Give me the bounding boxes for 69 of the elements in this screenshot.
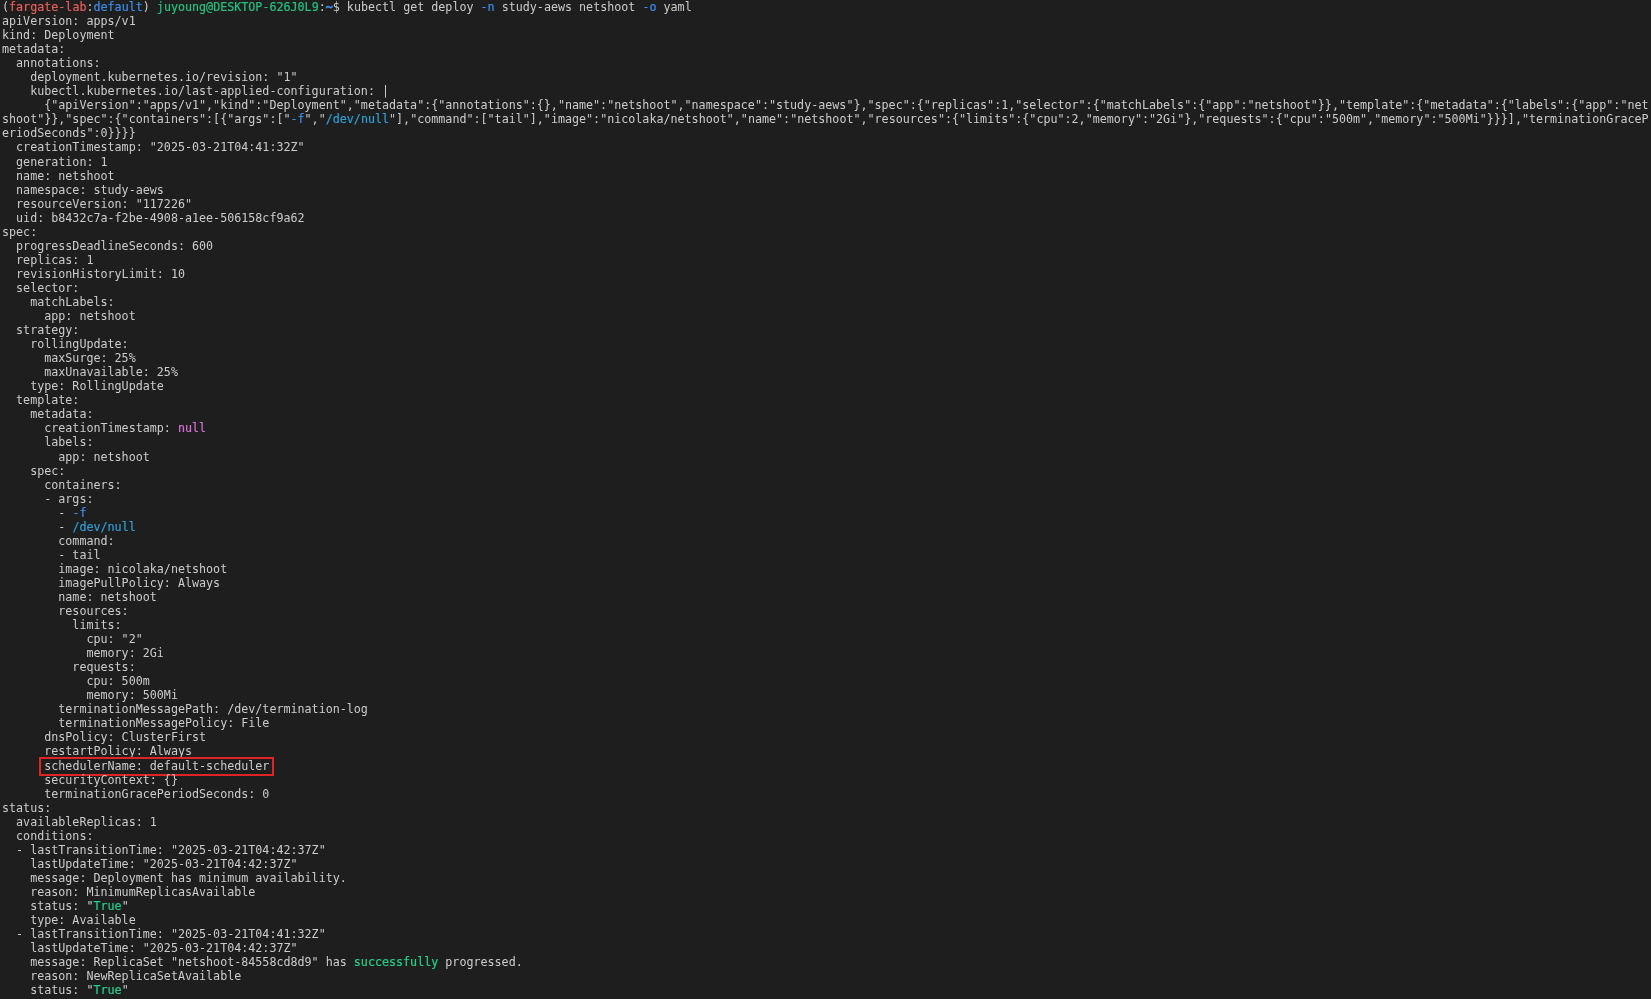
terminal-line: deployment.kubernetes.io/revision: "1" [29, 70, 298, 85]
terminal-line: memory: 500Mi [85, 688, 178, 703]
terminal-line: {"apiVersion":"apps/v1","kind":"Deployment","metadata":{"annotations":{},"name":"netshoot","namespace":"study-aews"},"spec":{"replicas":1,"selector":{"matchLabels":{"app":"netshoot"}},"template":{"metadata":{"labels":{"app":"net [43, 98, 1649, 113]
terminal-line: name: netshoot [15, 168, 115, 183]
terminal-line: - /dev/null [57, 519, 136, 534]
terminal-line: cpu: "2" [85, 632, 143, 647]
terminal-line: limits: [71, 618, 122, 633]
terminal-line: annotations: [15, 56, 101, 71]
terminal-line: - -f [57, 505, 87, 520]
terminal-line: matchLabels: [29, 295, 115, 309]
terminal-line: creationTimestamp: "2025-03-21T04:41:32Z" [15, 140, 305, 155]
terminal-line: metadata: [29, 407, 94, 422]
terminal-line: status: "True" [29, 899, 129, 913]
terminal-line: replicas: 1 [15, 252, 94, 267]
terminal-line: name: netshoot [57, 589, 157, 604]
terminal-line: maxUnavailable: 25% [43, 365, 178, 380]
terminal-line: type: Available [29, 913, 136, 928]
terminal-line: template: [15, 393, 80, 408]
terminal-line: rollingUpdate: [29, 337, 129, 352]
terminal-line: message: Deployment has minimum availability. [29, 870, 347, 885]
terminal-line: availableReplicas: 1 [15, 814, 157, 829]
terminal-line: requests: [71, 660, 136, 675]
terminal-line: image: nicolaka/netshoot [57, 561, 228, 576]
terminal-line: reason: MinimumReplicasAvailable [29, 884, 256, 899]
terminal-line: - args: [43, 491, 94, 506]
terminal-line: dnsPolicy: ClusterFirst [43, 730, 207, 745]
terminal-line: generation: 1 [15, 154, 108, 169]
terminal-line: status: [2, 800, 52, 815]
terminal-line: cpu: 500m [85, 674, 150, 689]
terminal-line: strategy: [15, 323, 80, 338]
terminal-line: command: [57, 533, 115, 548]
terminal-line: status: "True" [29, 983, 129, 998]
terminal-line: maxSurge: 25% [43, 351, 136, 366]
terminal-line: message: ReplicaSet "netshoot-84558cd8d9" has successfully progressed. [29, 955, 523, 970]
terminal-line: uid: b8432c7a-f2be-4908-a1ee-506158cf9a62 [15, 210, 305, 225]
terminal-line: - lastTransitionTime: "2025-03-21T04:41:32Z" [15, 927, 326, 942]
terminal-line: resourceVersion: "117226" [15, 196, 192, 211]
terminal-line: conditions: [15, 828, 94, 843]
terminal-line: spec: [29, 463, 66, 478]
terminal-line: spec: [2, 224, 38, 239]
terminal-line: lastUpdateTime: "2025-03-21T04:42:37Z" [29, 941, 298, 956]
terminal-line: app: netshoot [57, 449, 150, 464]
terminal-line: restartPolicy: Always [43, 744, 192, 759]
terminal-line: namespace: study-aews [15, 182, 164, 197]
terminal-line: - tail [57, 547, 101, 562]
terminal-line: creationTimestamp: null [43, 421, 207, 436]
terminal-line: apiVersion: apps/v1 [2, 14, 136, 29]
terminal-line: metadata: [2, 42, 66, 57]
terminal-line: progressDeadlineSeconds: 600 [16, 238, 214, 253]
terminal-line: app: netshoot [43, 309, 136, 324]
terminal-line: (fargate-lab:default) juyoung@DESKTOP-626J0L9:~$ kubectl get deploy -n study-aews netshoot -o yaml [2, 0, 692, 14]
terminal-line: terminationGracePeriodSeconds: 0 [43, 786, 270, 801]
terminal-line: resources: [57, 604, 129, 618]
terminal-line: imagePullPolicy: Always [57, 575, 221, 590]
terminal-line: terminationMessagePath: /dev/termination-log [57, 702, 368, 717]
terminal-line: selector: [15, 280, 80, 295]
terminal-line: terminationMessagePolicy: File [58, 716, 270, 731]
terminal-line: revisionHistoryLimit: 10 [15, 266, 185, 281]
terminal-line: - lastTransitionTime: "2025-03-21T04:42:37Z" [15, 842, 326, 857]
terminal-line: containers: [44, 477, 122, 492]
terminal-line: labels: [43, 435, 94, 450]
terminal-line: memory: 2Gi [85, 646, 164, 661]
terminal-line: type: RollingUpdate [29, 379, 164, 394]
terminal-line: eriodSeconds":0}}}} [2, 126, 136, 141]
terminal-line: reason: NewReplicaSetAvailable [29, 969, 242, 984]
terminal-line: shoot"}},"spec":{"containers":[{"args":["-f","/dev/null"],"command":["tail"],"image":"nicolaka/netshoot","name":"netshoot","resources":{"limits":{"cpu":2,"memory":"2Gi"},"requests":{"cpu":"500m","memory":"500Mi"}}}],"terminationGraceP [2, 112, 1649, 127]
terminal-line: kind: Deployment [2, 28, 115, 43]
terminal-line: lastUpdateTime: "2025-03-21T04:42:37Z" [29, 856, 298, 871]
terminal-line: kubectl.kubernetes.io/last-applied-configuration: | [29, 84, 389, 99]
